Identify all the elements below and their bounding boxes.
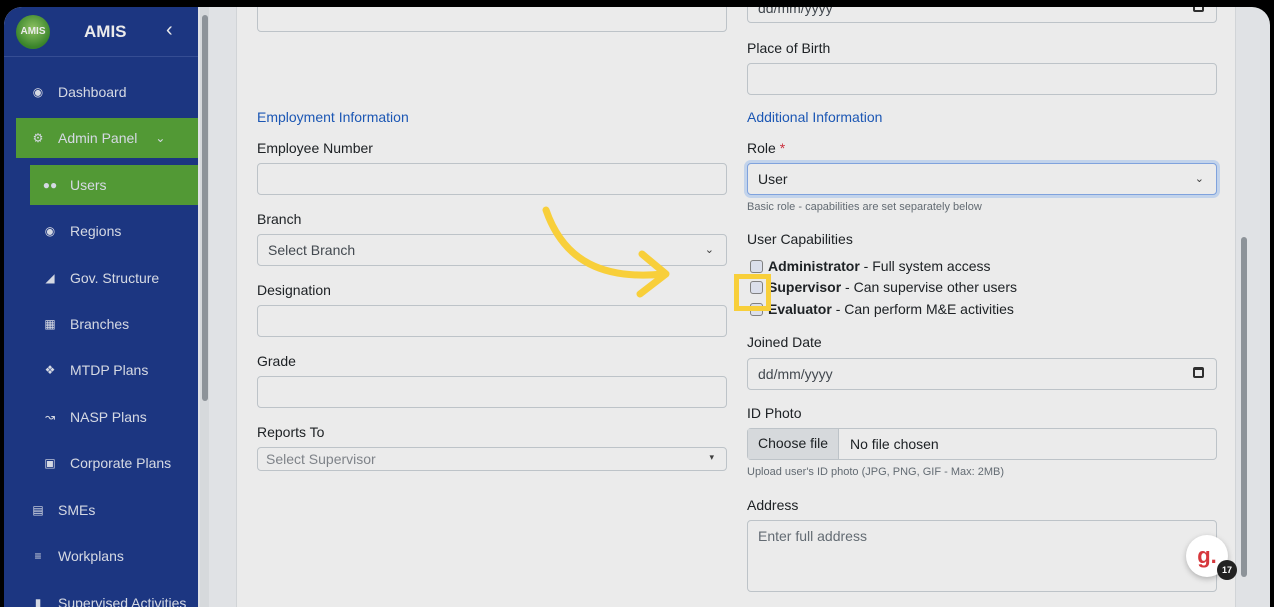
address-textarea[interactable]: Enter full address	[747, 520, 1217, 592]
branch-label: Branch	[257, 211, 302, 227]
administrator-capability: Administrator - Full system access	[768, 258, 991, 274]
sidebar-item-dashboard[interactable]: ◉ Dashboard	[4, 69, 198, 115]
chevron-down-icon: ⌄	[704, 244, 714, 256]
chevron-down-icon: ⌄	[155, 131, 166, 145]
tutorial-arrow-icon	[542, 206, 670, 298]
chevron-down-icon: ⌄	[1194, 173, 1204, 185]
users-icon: ●●	[42, 178, 58, 192]
sidebar-item-smes[interactable]: ▤ SMEs	[4, 487, 198, 533]
signpost-icon: ❖	[44, 363, 56, 377]
tutorial-highlight-box	[734, 274, 771, 311]
brand-title: AMIS	[84, 21, 127, 41]
role-select[interactable]: User ⌄	[747, 163, 1217, 195]
grade-input[interactable]	[257, 376, 727, 408]
building-icon: ▦	[44, 317, 56, 331]
notification-badge: 17	[1217, 560, 1237, 580]
sidebar-item-corporate-plans[interactable]: ▣ Corporate Plans	[4, 440, 198, 486]
place-of-birth-label: Place of Birth	[747, 40, 831, 56]
date-of-birth-input[interactable]: dd/mm/yyyy	[747, 7, 1217, 23]
map-pin-icon: ◉	[44, 224, 56, 238]
choose-file-button[interactable]: Choose file	[748, 429, 840, 459]
sidebar-item-users[interactable]: ●● Users	[30, 165, 198, 205]
supervisor-capability: Supervisor - Can supervise other users	[768, 279, 1017, 295]
grade-label: Grade	[257, 353, 296, 369]
id-photo-help-text: Upload user's ID photo (JPG, PNG, GIF - …	[747, 466, 1005, 478]
list-icon: ≡	[34, 549, 42, 563]
clipboard-icon: ▮	[34, 596, 42, 607]
sidebar-item-branches[interactable]: ▦ Branches	[4, 301, 198, 347]
sidebar: AMIS AMIS ‹ ◉ Dashboard ⚙ Admin Panel ⌄ …	[4, 7, 198, 607]
address-label: Address	[747, 497, 799, 513]
designation-label: Designation	[257, 282, 331, 298]
administrator-checkbox[interactable]	[750, 260, 763, 273]
page-scrollbar-thumb[interactable]	[1241, 237, 1247, 577]
sidebar-item-mtdp-plans[interactable]: ❖ MTDP Plans	[4, 347, 198, 393]
sidebar-scrollbar-thumb[interactable]	[202, 15, 208, 401]
id-photo-label: ID Photo	[747, 405, 802, 421]
sidebar-item-admin-panel[interactable]: ⚙ Admin Panel ⌄	[16, 118, 198, 158]
sidebar-item-workplans[interactable]: ≡ Workplans	[4, 533, 198, 579]
employee-number-label: Employee Number	[257, 140, 373, 156]
employment-section-title: Employment Information	[257, 109, 409, 125]
collapse-sidebar-icon[interactable]: ‹	[166, 19, 173, 42]
role-label: Role *	[747, 140, 786, 156]
additional-section-title: Additional Information	[747, 109, 883, 125]
sidebar-item-regions[interactable]: ◉ Regions	[4, 208, 198, 254]
chart-line-icon: ↝	[44, 410, 56, 424]
calendar-icon[interactable]	[1193, 367, 1204, 378]
id-photo-file-input[interactable]: Choose file No file chosen	[747, 428, 1217, 460]
caret-down-icon: ▾	[709, 452, 714, 462]
no-file-text: No file chosen	[850, 436, 939, 452]
place-of-birth-input[interactable]	[747, 63, 1217, 95]
employee-number-input[interactable]	[257, 163, 727, 195]
store-icon: ▤	[32, 503, 44, 517]
role-help-text: Basic role - capabilities are set separa…	[747, 201, 982, 213]
joined-date-label: Joined Date	[747, 334, 822, 350]
calendar-icon[interactable]	[1193, 7, 1204, 12]
sidebar-item-gov-structure[interactable]: ◢ Gov. Structure	[4, 255, 198, 301]
gear-icon: ⚙	[32, 131, 44, 145]
reports-to-select[interactable]: Select Supervisor ▾	[257, 447, 727, 471]
sidebar-item-nasp-plans[interactable]: ↝ NASP Plans	[4, 394, 198, 440]
amis-logo: AMIS	[16, 14, 50, 49]
dashboard-icon: ◉	[32, 85, 44, 99]
left-top-input[interactable]	[257, 7, 727, 32]
capabilities-label: User Capabilities	[747, 231, 853, 247]
sidebar-brand: AMIS AMIS ‹	[4, 7, 198, 57]
joined-date-input[interactable]: dd/mm/yyyy	[747, 358, 1217, 390]
evaluator-capability: Evaluator - Can perform M&E activities	[768, 301, 1014, 317]
app-window: AMIS AMIS ‹ ◉ Dashboard ⚙ Admin Panel ⌄ …	[4, 7, 1270, 607]
briefcase-icon: ▣	[44, 456, 56, 470]
sidebar-item-supervised-activities[interactable]: ▮ Supervised Activities	[4, 580, 198, 607]
reports-to-label: Reports To	[257, 424, 325, 440]
sitemap-icon: ◢	[45, 271, 55, 285]
